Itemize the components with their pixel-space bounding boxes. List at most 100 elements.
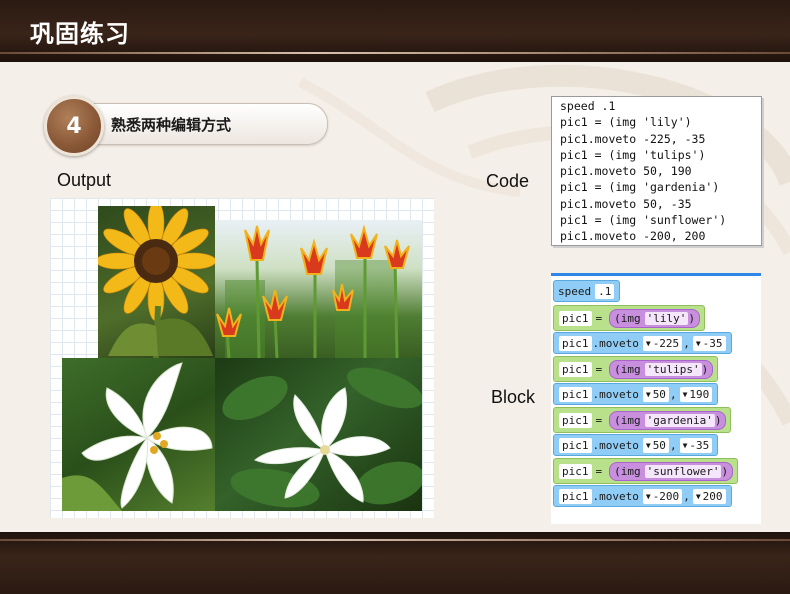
dropdown-triangle-icon: ▼ bbox=[695, 491, 701, 501]
dropdown-triangle-icon: ▼ bbox=[682, 440, 688, 450]
assign-block-row: pic1 = (img'sunflower') bbox=[553, 458, 739, 484]
img-name-slot[interactable]: 'gardenia' bbox=[644, 413, 715, 427]
x-slot[interactable]: ▼ -200 bbox=[642, 488, 683, 504]
moveto-keyword: .moveto bbox=[592, 489, 639, 503]
var-slot[interactable]: pic1 bbox=[559, 310, 592, 326]
equals-sign: = bbox=[595, 362, 603, 376]
img-call-block[interactable]: (img'gardenia') bbox=[609, 410, 727, 430]
slide: 巩固练习 4 熟悉两种编辑方式 Output Code Block speed … bbox=[0, 0, 790, 594]
tulips-image bbox=[215, 220, 422, 358]
var-slot[interactable]: pic1 bbox=[559, 437, 592, 453]
dropdown-triangle-icon: ▼ bbox=[682, 389, 688, 399]
assign-sunflower-block[interactable]: pic1 = (img'sunflower') bbox=[553, 458, 739, 484]
gardenia-image bbox=[215, 358, 422, 511]
step-number-badge: 4 bbox=[44, 96, 104, 156]
block-editor: speed .1 pic1 = (img'lily') pic1 .moveto … bbox=[551, 273, 761, 524]
speed-block-row: speed .1 bbox=[553, 280, 621, 302]
dropdown-triangle-icon: ▼ bbox=[645, 338, 651, 348]
x-value: -200 bbox=[652, 489, 680, 503]
header-bar: 巩固练习 bbox=[0, 0, 790, 62]
moveto-block-row: pic1 .moveto ▼ -225, ▼ -35 bbox=[553, 332, 732, 354]
comma: , bbox=[669, 438, 677, 452]
assign-lily-block[interactable]: pic1 = (img'lily') bbox=[553, 305, 705, 331]
moveto-keyword: .moveto bbox=[592, 387, 639, 401]
equals-sign: = bbox=[595, 311, 603, 325]
x-value: 50 bbox=[652, 387, 666, 401]
y-slot[interactable]: ▼ -35 bbox=[679, 437, 713, 453]
img-keyword: img bbox=[620, 362, 641, 376]
y-value: 190 bbox=[689, 387, 710, 401]
dropdown-triangle-icon: ▼ bbox=[645, 389, 651, 399]
moveto-block[interactable]: pic1 .moveto ▼ 50, ▼ 190 bbox=[553, 383, 719, 405]
var-slot[interactable]: pic1 bbox=[559, 386, 592, 402]
moveto-block-row: pic1 .moveto ▼ 50, ▼ -35 bbox=[553, 434, 719, 456]
moveto-block-row: pic1 .moveto ▼ -200, ▼ 200 bbox=[553, 485, 732, 507]
dropdown-triangle-icon: ▼ bbox=[645, 440, 651, 450]
moveto-keyword: .moveto bbox=[592, 336, 639, 350]
footer-bar bbox=[0, 532, 790, 594]
output-label: Output bbox=[57, 170, 112, 190]
speed-value-slot[interactable]: .1 bbox=[595, 283, 615, 299]
var-slot[interactable]: pic1 bbox=[559, 335, 592, 351]
img-name-slot[interactable]: 'sunflower' bbox=[644, 464, 722, 478]
code-line[interactable]: speed .1 bbox=[552, 98, 761, 114]
var-slot[interactable]: pic1 bbox=[559, 412, 592, 428]
img-call-block[interactable]: (img'tulips') bbox=[609, 359, 714, 379]
output-canvas bbox=[50, 198, 434, 518]
assign-gardenia-block[interactable]: pic1 = (img'gardenia') bbox=[553, 407, 732, 433]
code-line[interactable]: pic1.moveto 50, -35 bbox=[552, 196, 761, 212]
x-slot[interactable]: ▼ -225 bbox=[642, 335, 683, 351]
img-name-slot[interactable]: 'lily' bbox=[644, 311, 689, 325]
img-keyword: img bbox=[620, 311, 641, 325]
assign-block-row: pic1 = (img'lily') bbox=[553, 305, 705, 331]
code-line[interactable]: pic1 = (img 'tulips') bbox=[552, 147, 761, 163]
code-line[interactable]: pic1.moveto -200, 200 bbox=[552, 228, 761, 244]
var-slot[interactable]: pic1 bbox=[559, 488, 592, 504]
code-editor[interactable]: speed .1 pic1 = (img 'lily') pic1.moveto… bbox=[551, 96, 762, 246]
var-slot[interactable]: pic1 bbox=[559, 361, 592, 377]
code-label: Code bbox=[486, 171, 530, 191]
equals-sign: = bbox=[595, 464, 603, 478]
img-keyword: img bbox=[620, 413, 641, 427]
var-slot[interactable]: pic1 bbox=[559, 463, 592, 479]
img-keyword: img bbox=[620, 464, 641, 478]
step-label: 熟悉两种编辑方式 bbox=[111, 116, 232, 134]
assign-block-row: pic1 = (img'gardenia') bbox=[553, 407, 732, 433]
block-label: Block bbox=[491, 387, 536, 407]
code-line[interactable]: pic1.moveto 50, 190 bbox=[552, 163, 761, 179]
img-name-slot[interactable]: 'tulips' bbox=[644, 362, 702, 376]
speed-block[interactable]: speed .1 bbox=[553, 280, 621, 302]
speed-keyword: speed bbox=[558, 284, 592, 298]
img-call-block[interactable]: (img'sunflower') bbox=[609, 461, 734, 481]
y-slot[interactable]: ▼ 200 bbox=[692, 488, 726, 504]
y-value: -35 bbox=[702, 336, 723, 350]
slide-title: 巩固练习 bbox=[30, 20, 130, 48]
dropdown-triangle-icon: ▼ bbox=[695, 338, 701, 348]
equals-sign: = bbox=[595, 413, 603, 427]
y-slot[interactable]: ▼ -35 bbox=[692, 335, 726, 351]
moveto-block-row: pic1 .moveto ▼ 50, ▼ 190 bbox=[553, 383, 719, 405]
moveto-keyword: .moveto bbox=[592, 438, 639, 452]
dropdown-triangle-icon: ▼ bbox=[645, 491, 651, 501]
moveto-block[interactable]: pic1 .moveto ▼ 50, ▼ -35 bbox=[553, 434, 719, 456]
assign-block-row: pic1 = (img'tulips') bbox=[553, 356, 719, 382]
moveto-block[interactable]: pic1 .moveto ▼ -225, ▼ -35 bbox=[553, 332, 732, 354]
comma: , bbox=[683, 489, 690, 503]
code-line[interactable]: pic1 = (img 'sunflower') bbox=[552, 212, 761, 228]
assign-tulips-block[interactable]: pic1 = (img'tulips') bbox=[553, 356, 719, 382]
x-value: -225 bbox=[652, 336, 680, 350]
code-line[interactable]: pic1.moveto -225, -35 bbox=[552, 131, 761, 147]
y-slot[interactable]: ▼ 190 bbox=[679, 386, 713, 402]
comma: , bbox=[669, 387, 677, 401]
code-line[interactable]: pic1 = (img 'lily') bbox=[552, 114, 761, 130]
x-value: 50 bbox=[652, 438, 666, 452]
code-line[interactable]: pic1 = (img 'gardenia') bbox=[552, 179, 761, 195]
y-value: 200 bbox=[702, 489, 723, 503]
x-slot[interactable]: ▼ 50 bbox=[642, 386, 669, 402]
moveto-block[interactable]: pic1 .moveto ▼ -200, ▼ 200 bbox=[553, 485, 732, 507]
x-slot[interactable]: ▼ 50 bbox=[642, 437, 669, 453]
comma: , bbox=[683, 336, 690, 350]
img-call-block[interactable]: (img'lily') bbox=[609, 308, 700, 328]
y-value: -35 bbox=[689, 438, 710, 452]
sunflower-image bbox=[98, 206, 215, 358]
